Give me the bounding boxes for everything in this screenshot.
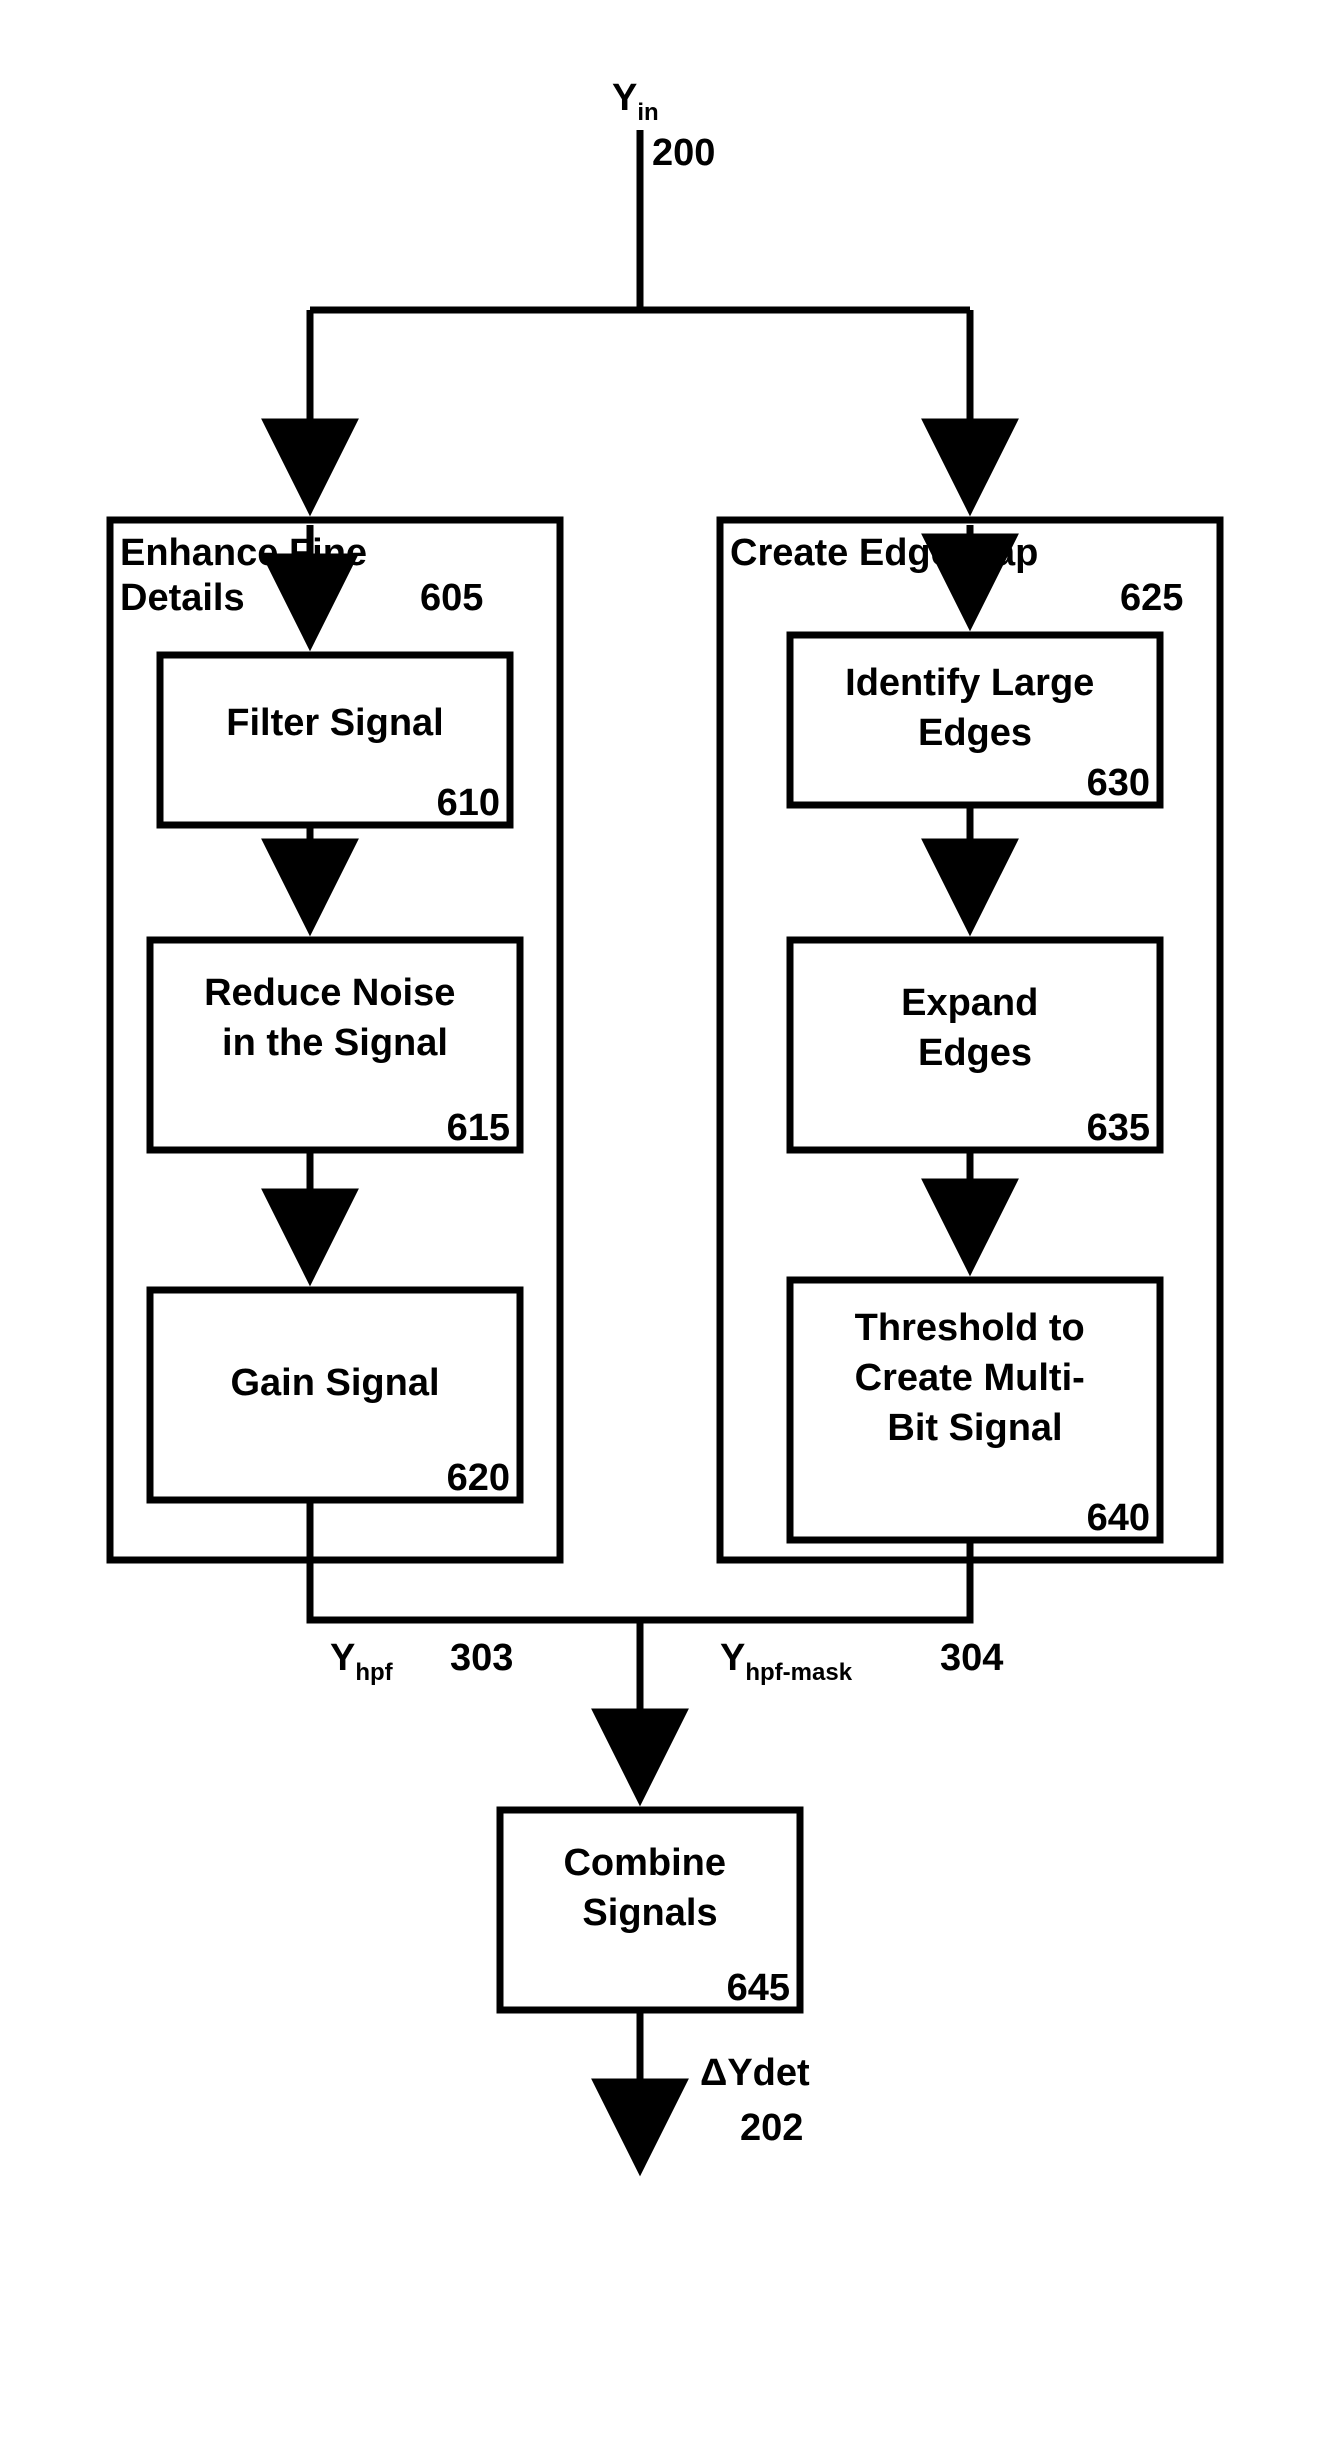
ref-645: 645 [727,1967,790,2009]
label-610: Filter Signal [226,702,443,744]
label-620: Gain Signal [230,1362,439,1404]
ref-615: 615 [447,1107,510,1149]
input-ref: 200 [652,132,715,174]
flow-diagram: Yin 200 Enhance Fine Details 605 Filter … [0,0,1338,2448]
ref-630: 630 [1087,762,1150,804]
ref-610: 610 [437,782,500,824]
ref-620: 620 [447,1457,510,1499]
yhpfmask-ref: 304 [940,1637,1003,1679]
output-ref: 202 [740,2107,803,2149]
output-label: ΔYdet [700,2052,810,2094]
yhpfmask-label: Yhpf-mask [720,1637,853,1686]
ref-635: 635 [1087,1107,1150,1149]
ref-640: 640 [1087,1497,1150,1539]
label-630: Identify Large Edges [845,662,1105,754]
yhpf-label: Yhpf [330,1637,394,1686]
group-625-title: Create Edge Map [730,532,1038,574]
group-605-title: Enhance Fine Details [120,532,378,619]
label-635: Expand Edges [901,982,1049,1074]
group-605-ref: 605 [420,577,483,619]
yhpf-ref: 303 [450,1637,513,1679]
input-label: Yin [612,77,659,126]
label-645: Combine Signals [563,1842,736,1934]
label-615: Reduce Noise in the Signal [204,972,466,1064]
label-640: Threshold to Create Multi- Bit Signal [855,1307,1096,1449]
group-625-ref: 625 [1120,577,1183,619]
